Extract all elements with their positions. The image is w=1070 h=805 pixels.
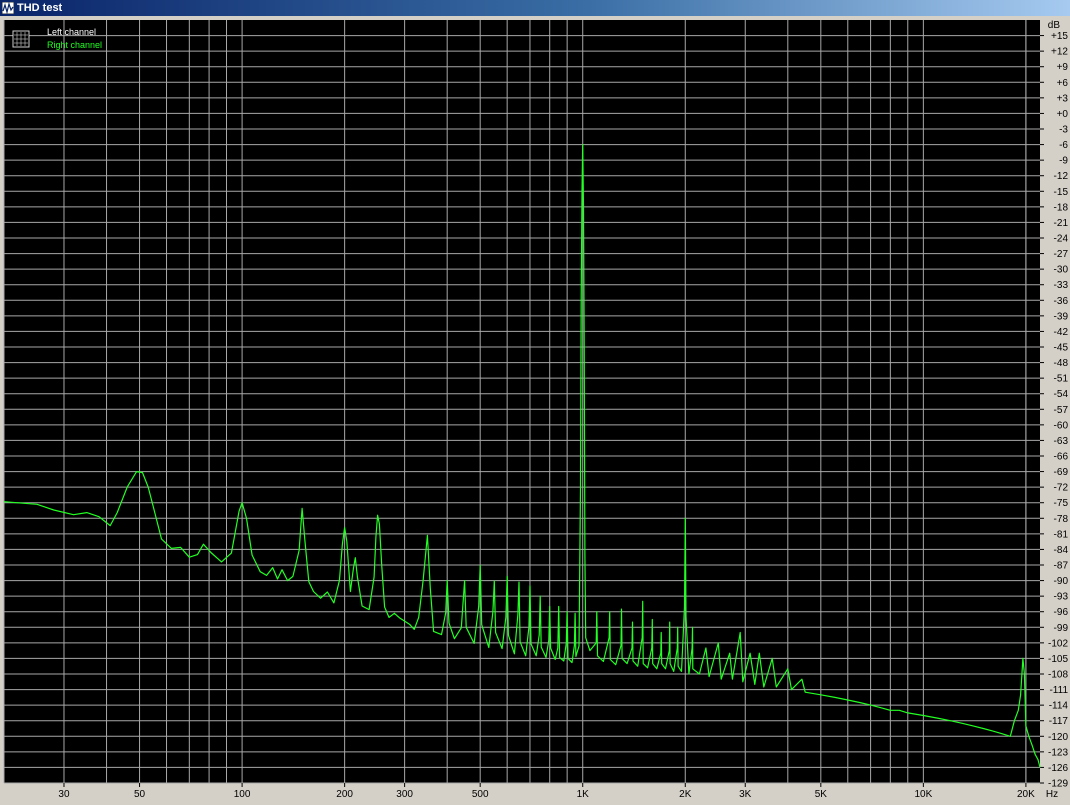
x-tick-label: 3K bbox=[739, 789, 752, 800]
y-tick-label: -114 bbox=[1049, 701, 1069, 712]
y-tick-label: -60 bbox=[1054, 420, 1069, 431]
y-tick-label: -6 bbox=[1059, 140, 1068, 151]
y-tick-label: -72 bbox=[1054, 483, 1069, 494]
y-tick-label: -78 bbox=[1054, 514, 1069, 525]
y-tick-label: +3 bbox=[1057, 93, 1069, 104]
y-tick-label: -111 bbox=[1049, 685, 1068, 696]
x-tick-label: 500 bbox=[472, 789, 489, 800]
y-tick-label: -123 bbox=[1048, 747, 1068, 758]
y-axis-unit-label: dB bbox=[1048, 20, 1061, 31]
y-tick-label: -75 bbox=[1054, 498, 1069, 509]
y-tick-label: -18 bbox=[1054, 202, 1069, 213]
y-tick-label: -126 bbox=[1048, 763, 1068, 774]
y-tick-label: -93 bbox=[1054, 592, 1069, 603]
legend-entry-right-channel: Right channel bbox=[47, 40, 102, 50]
y-tick-label: -69 bbox=[1054, 467, 1069, 478]
window-titlebar: THD test bbox=[0, 0, 1070, 16]
x-tick-label: 2K bbox=[679, 789, 692, 800]
y-tick-label: -81 bbox=[1054, 529, 1069, 540]
x-tick-label: 20K bbox=[1017, 789, 1035, 800]
x-tick-label: 300 bbox=[396, 789, 413, 800]
waveform-app-icon bbox=[2, 2, 14, 14]
y-tick-label: -117 bbox=[1049, 716, 1069, 727]
x-tick-label: 5K bbox=[815, 789, 828, 800]
y-tick-label: -90 bbox=[1054, 576, 1069, 587]
y-tick-label: -105 bbox=[1048, 654, 1068, 665]
y-tick-label: -120 bbox=[1048, 732, 1068, 743]
y-tick-label: -45 bbox=[1054, 343, 1069, 354]
thd-spectrum-chart: +15 +12 +9 +6 +3 +0 -3 -6 -9 -12 -15 -18 -21 -24 -27 -3… bbox=[0, 16, 1070, 800]
y-tick-label: -42 bbox=[1054, 327, 1069, 338]
y-tick-label: -15 bbox=[1054, 187, 1069, 198]
x-tick-label: 10K bbox=[914, 789, 932, 800]
y-tick-label: -129 bbox=[1048, 779, 1068, 790]
x-tick-label: 100 bbox=[234, 789, 251, 800]
x-tick-label: 200 bbox=[336, 789, 353, 800]
y-tick-label: -84 bbox=[1054, 545, 1069, 556]
chart-area: +15 +12 +9 +6 +3 +0 -3 -6 -9 -12 -15 -18 -21 -24 -27 -3… bbox=[0, 16, 1070, 800]
y-tick-label: +9 bbox=[1057, 62, 1069, 73]
x-axis-unit-label: Hz bbox=[1046, 789, 1058, 800]
y-tick-label: +0 bbox=[1057, 109, 1069, 120]
y-tick-label: -12 bbox=[1054, 171, 1069, 182]
legend-grid-icon bbox=[12, 30, 30, 48]
y-tick-label: -33 bbox=[1054, 280, 1069, 291]
y-tick-label: -54 bbox=[1054, 389, 1069, 400]
y-tick-label: +6 bbox=[1057, 78, 1069, 89]
plot-background bbox=[4, 20, 1040, 783]
y-tick-label: -57 bbox=[1054, 405, 1069, 416]
y-tick-label: +15 bbox=[1051, 31, 1068, 42]
legend-entry-left-channel: Left channel bbox=[47, 27, 96, 37]
x-tick-label: 1K bbox=[577, 789, 590, 800]
y-tick-label: +12 bbox=[1051, 47, 1068, 58]
y-tick-label: -99 bbox=[1054, 623, 1069, 634]
y-tick-label: -21 bbox=[1054, 218, 1069, 229]
y-tick-label: -27 bbox=[1054, 249, 1069, 260]
y-tick-label: -96 bbox=[1054, 607, 1069, 618]
y-tick-label: -102 bbox=[1048, 638, 1068, 649]
y-tick-label: -39 bbox=[1054, 311, 1069, 322]
y-tick-label: -24 bbox=[1054, 234, 1069, 245]
y-tick-label: -63 bbox=[1054, 436, 1069, 447]
x-tick-label: 30 bbox=[58, 789, 70, 800]
y-tick-label: -66 bbox=[1054, 452, 1069, 463]
y-tick-label: -3 bbox=[1059, 125, 1068, 136]
y-tick-label: -108 bbox=[1048, 670, 1068, 681]
x-tick-label: 50 bbox=[134, 789, 146, 800]
y-tick-label: -87 bbox=[1054, 561, 1069, 572]
y-tick-label: -30 bbox=[1054, 265, 1069, 276]
y-tick-label: -36 bbox=[1054, 296, 1069, 307]
window-title: THD test bbox=[17, 2, 63, 14]
y-tick-label: -51 bbox=[1054, 374, 1069, 385]
y-tick-label: -9 bbox=[1059, 156, 1068, 167]
y-tick-label: -48 bbox=[1054, 358, 1069, 369]
